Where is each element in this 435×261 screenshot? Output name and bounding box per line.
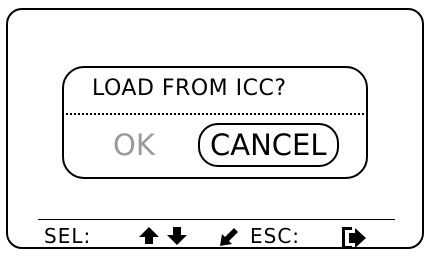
enter-icon xyxy=(216,226,240,248)
ok-button[interactable]: OK xyxy=(113,128,155,162)
exit-door-icon xyxy=(340,226,368,250)
escape-label: ESC: xyxy=(250,224,301,248)
dialog-title: LOAD FROM ICC? xyxy=(92,76,287,101)
arrow-up-icon xyxy=(138,226,160,246)
footer-divider xyxy=(38,219,395,220)
select-label: SEL: xyxy=(44,224,92,248)
dialog-divider xyxy=(62,113,368,115)
confirm-dialog: LOAD FROM ICC? OK CANCEL xyxy=(62,66,368,179)
arrow-down-icon xyxy=(166,226,188,246)
cancel-button[interactable]: CANCEL xyxy=(198,123,339,167)
